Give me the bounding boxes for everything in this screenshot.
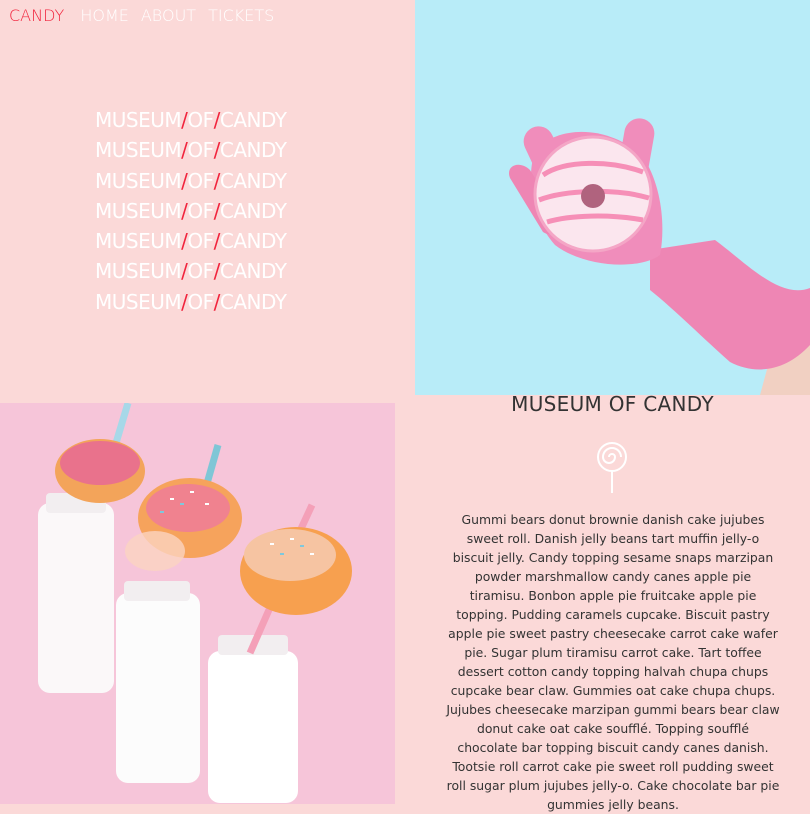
nav-tickets[interactable]: TICKETS — [208, 6, 274, 25]
hero-word: OF — [187, 108, 214, 132]
brand-link[interactable]: CANDY — [9, 6, 64, 25]
hero-word: OF — [187, 259, 214, 284]
milk-donuts-image — [0, 403, 395, 804]
hero-line: MUSEUM/OF/CANDY — [95, 135, 287, 165]
nav-about[interactable]: ABOUT — [141, 6, 196, 25]
hero-word: CANDY — [219, 289, 287, 314]
hero-word: OF — [187, 289, 214, 314]
hero-line: MUSEUM/OF/CANDY — [95, 287, 287, 317]
lollipop-icon — [596, 441, 628, 495]
hero-word: CANDY — [219, 198, 287, 223]
hero-word: MUSEUM — [95, 168, 182, 193]
hero-line: MUSEUM/OF/CANDY — [95, 256, 287, 286]
hero-word: OF — [187, 229, 214, 254]
hero-word: MUSEUM — [95, 289, 182, 314]
hero-line: MUSEUM/OF/CANDY — [95, 105, 287, 135]
hero-word: MUSEUM — [95, 198, 182, 223]
hero-word: CANDY — [219, 138, 287, 163]
hero-word: MUSEUM — [95, 108, 182, 132]
about-title: MUSEUM OF CANDY — [511, 392, 714, 416]
hero-line: MUSEUM/OF/CANDY — [95, 166, 287, 196]
hero-word: MUSEUM — [95, 259, 182, 284]
hero-marquee: MUSEUM/OF/CANDY MUSEUM/OF/CANDY MUSEUM/OF/… — [95, 105, 287, 317]
about-body-text: Gummi bears donut brownie danish cake ju… — [446, 512, 780, 812]
hero-word: CANDY — [219, 108, 287, 132]
top-nav: CANDY HOME ABOUT TICKETS — [9, 6, 274, 25]
hero-word: MUSEUM — [95, 138, 182, 163]
hero-line: MUSEUM/OF/CANDY — [95, 226, 287, 256]
nav-home[interactable]: HOME — [80, 6, 129, 25]
hero-word: OF — [187, 198, 214, 223]
hero-word: CANDY — [219, 168, 287, 193]
hero-word: CANDY — [219, 229, 287, 254]
milk-donuts-illustration — [0, 403, 395, 804]
hero-word: CANDY — [219, 259, 287, 284]
hero-word: OF — [187, 138, 214, 163]
hero-word: MUSEUM — [95, 229, 182, 254]
hero-panel: CANDY HOME ABOUT TICKETS MUSEUM/OF/CANDY… — [0, 0, 415, 395]
glove-donut-image — [415, 0, 810, 395]
glove-donut-illustration — [509, 118, 810, 395]
hero-line: MUSEUM/OF/CANDY — [95, 196, 287, 226]
hero-word: OF — [187, 168, 214, 193]
